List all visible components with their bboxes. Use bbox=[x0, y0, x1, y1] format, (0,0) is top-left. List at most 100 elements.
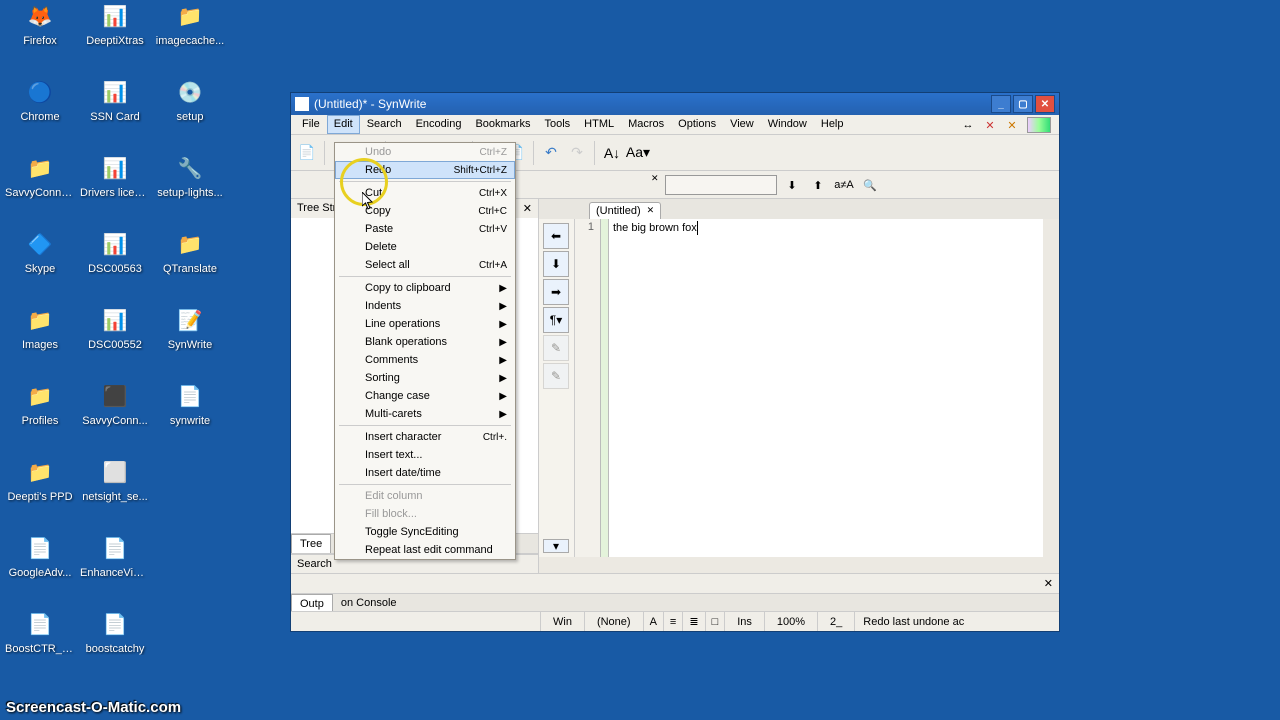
search-tool-icon[interactable]: ⬆ bbox=[807, 174, 829, 196]
scrollbar-horizontal[interactable] bbox=[539, 557, 1059, 573]
desktop-icon[interactable]: 📁SavvyConnect bbox=[5, 152, 75, 199]
menu-item-insert-text-[interactable]: Insert text... bbox=[335, 446, 515, 464]
menu-search[interactable]: Search bbox=[360, 115, 409, 134]
menu-item-redo[interactable]: RedoShift+Ctrl+Z bbox=[335, 161, 515, 179]
menu-options[interactable]: Options bbox=[671, 115, 723, 134]
menu-item-indents[interactable]: Indents▶ bbox=[335, 297, 515, 315]
menu-item-select-all[interactable]: Select allCtrl+A bbox=[335, 256, 515, 274]
desktop-icon[interactable]: 🦊Firefox bbox=[5, 0, 75, 47]
marker-icon[interactable]: ✎ bbox=[543, 335, 569, 361]
menu-item-delete[interactable]: Delete bbox=[335, 238, 515, 256]
menu-tools[interactable]: Tools bbox=[537, 115, 577, 134]
menu-window[interactable]: Window bbox=[761, 115, 814, 134]
desktop-icon[interactable]: 📊DSC00563 bbox=[80, 228, 150, 275]
menu-item-label: Insert character bbox=[365, 431, 441, 443]
menu-item-insert-date-time[interactable]: Insert date/time bbox=[335, 464, 515, 482]
desktop-icon[interactable]: 📄synwrite bbox=[155, 380, 225, 427]
menu-item-sorting[interactable]: Sorting▶ bbox=[335, 369, 515, 387]
marker-icon[interactable]: ✎ bbox=[543, 363, 569, 389]
menu-item-copy[interactable]: CopyCtrl+C bbox=[335, 202, 515, 220]
menu-item-comments[interactable]: Comments▶ bbox=[335, 351, 515, 369]
desktop-icon[interactable]: 📁Images bbox=[5, 304, 75, 351]
desktop-icon[interactable]: 📄boostcatchy bbox=[80, 608, 150, 655]
close-button[interactable]: ✕ bbox=[1035, 95, 1055, 113]
desktop-icon[interactable]: 📊SSN Card bbox=[80, 76, 150, 123]
status-font-icon[interactable]: A bbox=[644, 612, 664, 631]
document-content[interactable]: the big brown fox bbox=[609, 219, 1043, 557]
desktop-icon[interactable]: 📁imagecache... bbox=[155, 0, 225, 47]
pilcrow-icon[interactable]: ¶▾ bbox=[543, 307, 569, 333]
new-file-button[interactable]: 📄 bbox=[295, 141, 319, 165]
menubar-icon-left-arrow[interactable]: ↔ bbox=[959, 116, 977, 134]
file-icon: 📁 bbox=[24, 380, 56, 412]
menu-item-insert-character[interactable]: Insert characterCtrl+. bbox=[335, 428, 515, 446]
status-icon[interactable]: ≡ bbox=[664, 612, 683, 631]
menubar-icon-close-orange[interactable]: ✕ bbox=[1003, 116, 1021, 134]
tab-tree[interactable]: Tree bbox=[291, 534, 331, 553]
desktop-icon[interactable]: 📁Profiles bbox=[5, 380, 75, 427]
menu-edit[interactable]: Edit bbox=[327, 115, 360, 134]
minimize-button[interactable]: _ bbox=[991, 95, 1011, 113]
search-tool-icon[interactable]: ⬇ bbox=[781, 174, 803, 196]
desktop-icon[interactable]: ⬛SavvyConn... bbox=[80, 380, 150, 427]
menu-item-label: Select all bbox=[365, 259, 410, 271]
lexer-indicator[interactable] bbox=[1027, 117, 1051, 133]
menu-item-line-operations[interactable]: Line operations▶ bbox=[335, 315, 515, 333]
undo-button[interactable]: ↶ bbox=[539, 141, 563, 165]
desktop-icon[interactable]: 📄EnhanceVie... (9).crx bbox=[80, 532, 150, 579]
desktop-icon[interactable]: ⬜netsight_se... bbox=[80, 456, 150, 503]
search-close-icon[interactable]: ✕ bbox=[651, 173, 659, 184]
menu-item-repeat-last-edit-command[interactable]: Repeat last edit command bbox=[335, 541, 515, 559]
menu-item-blank-operations[interactable]: Blank operations▶ bbox=[335, 333, 515, 351]
marker-left-icon[interactable]: ⬅ bbox=[543, 223, 569, 249]
menu-item-cut[interactable]: CutCtrl+X bbox=[335, 184, 515, 202]
search-tool-icon[interactable]: a≠A bbox=[833, 174, 855, 196]
desktop-icon[interactable]: 📝SynWrite bbox=[155, 304, 225, 351]
icon-label: DSC00552 bbox=[80, 339, 150, 351]
status-icon[interactable]: □ bbox=[706, 612, 726, 631]
menubar-icon-close-red[interactable]: ✕ bbox=[981, 116, 999, 134]
menu-macros[interactable]: Macros bbox=[621, 115, 671, 134]
desktop-icon[interactable]: 📊Drivers license bbox=[80, 152, 150, 199]
status-align-icon[interactable]: ≣ bbox=[683, 612, 705, 631]
desktop-icon[interactable]: 📊DSC00552 bbox=[80, 304, 150, 351]
redo-button[interactable]: ↷ bbox=[565, 141, 589, 165]
desktop-icon[interactable]: 🔧setup-lights... bbox=[155, 152, 225, 199]
scrollbar-vertical[interactable] bbox=[1043, 219, 1059, 557]
editor-area: (Untitled) ✕ ⬅ ⬇ ➡ ¶▾ ✎ ✎ ▾ 1 bbox=[539, 199, 1059, 573]
desktop-icon[interactable]: 📁Deepti's PPD bbox=[5, 456, 75, 503]
menu-view[interactable]: View bbox=[723, 115, 761, 134]
font-button[interactable]: Aa▾ bbox=[626, 141, 650, 165]
document-tab[interactable]: (Untitled) ✕ bbox=[589, 202, 661, 219]
menu-html[interactable]: HTML bbox=[577, 115, 621, 134]
file-icon: 📊 bbox=[99, 228, 131, 260]
desktop-icon[interactable]: 🔷Skype bbox=[5, 228, 75, 275]
desktop-icon[interactable]: 📄GoogleAdv... bbox=[5, 532, 75, 579]
menu-item-change-case[interactable]: Change case▶ bbox=[335, 387, 515, 405]
menu-item-paste[interactable]: PasteCtrl+V bbox=[335, 220, 515, 238]
titlebar[interactable]: (Untitled)* - SynWrite _ ▢ ✕ bbox=[291, 93, 1059, 115]
search-tool-icon[interactable]: 🔍 bbox=[859, 174, 881, 196]
desktop-icon[interactable]: 💿setup bbox=[155, 76, 225, 123]
menu-item-copy-to-clipboard[interactable]: Copy to clipboard▶ bbox=[335, 279, 515, 297]
desktop-icon[interactable]: 📊DeeptiXtras bbox=[80, 0, 150, 47]
desktop-icon[interactable]: 🔵Chrome bbox=[5, 76, 75, 123]
marker-more-icon[interactable]: ▾ bbox=[543, 539, 569, 553]
marker-down-icon[interactable]: ⬇ bbox=[543, 251, 569, 277]
search-input[interactable] bbox=[665, 175, 777, 195]
bottom-close-icon[interactable]: ✕ bbox=[1044, 577, 1053, 590]
menu-item-toggle-syncediting[interactable]: Toggle SyncEditing bbox=[335, 523, 515, 541]
maximize-button[interactable]: ▢ bbox=[1013, 95, 1033, 113]
menu-item-multi-carets[interactable]: Multi-carets▶ bbox=[335, 405, 515, 423]
desktop-icon[interactable]: 📄BoostCTR_... request bbox=[5, 608, 75, 655]
panel-close-icon[interactable]: ✕ bbox=[523, 202, 532, 215]
submenu-arrow-icon: ▶ bbox=[499, 301, 507, 312]
menu-encoding[interactable]: Encoding bbox=[409, 115, 469, 134]
desktop-icon[interactable]: 📁QTranslate bbox=[155, 228, 225, 275]
tab-close-icon[interactable]: ✕ bbox=[647, 205, 655, 217]
menu-file[interactable]: File bbox=[295, 115, 327, 134]
menu-help[interactable]: Help bbox=[814, 115, 851, 134]
sort-button[interactable]: A↓ bbox=[600, 141, 624, 165]
menu-bookmarks[interactable]: Bookmarks bbox=[468, 115, 537, 134]
marker-right-icon[interactable]: ➡ bbox=[543, 279, 569, 305]
